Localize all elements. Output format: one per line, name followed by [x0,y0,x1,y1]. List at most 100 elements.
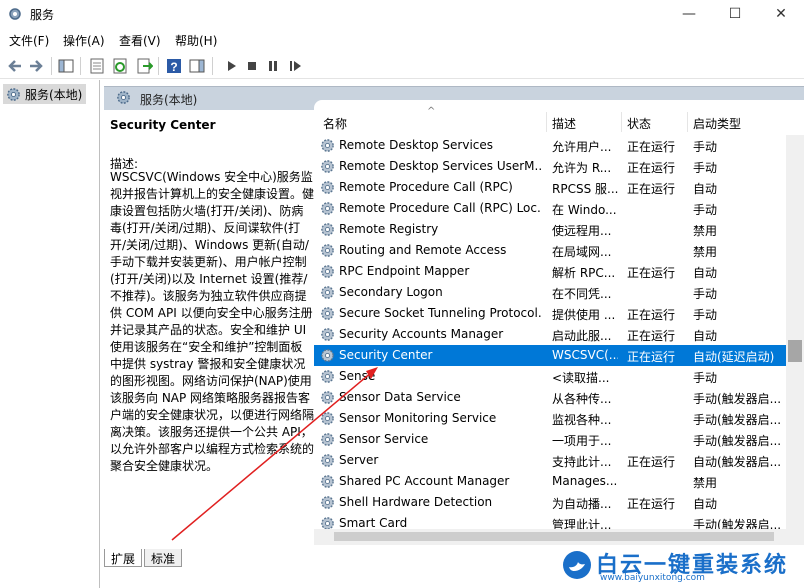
show-action-pane-icon[interactable] [188,57,206,75]
menu-help[interactable]: 帮助(H) [175,32,217,49]
back-arrow-icon[interactable] [6,57,24,75]
column-separator[interactable] [546,112,547,132]
svg-text:?: ? [170,60,177,74]
service-row[interactable]: Security Accounts Manager 启动此服... 正在运行 自动 [314,324,786,345]
service-description-cell: 允许用户... [552,140,612,154]
service-row[interactable]: Shared PC Account Manager Manages... 禁用 [314,471,786,492]
service-status: 正在运行 [627,497,676,511]
properties-icon[interactable] [88,57,106,75]
service-row[interactable]: Server 支持此计... 正在运行 自动(触发器启... [314,450,786,471]
column-header-status[interactable]: 状态 [627,115,651,132]
service-gear-icon [321,160,334,173]
sort-arrow-icon: ^ [427,106,436,117]
service-row[interactable]: Routing and Remote Access 在局域网... 禁用 [314,240,786,261]
service-startup-type: 手动(触发器启... [693,434,782,448]
service-name: RPC Endpoint Mapper [339,264,470,278]
service-gear-icon [321,370,334,383]
service-name: Server [339,453,379,467]
tree-pane: 服务(本地) [0,80,100,588]
header-label: 服务(本地) [140,93,198,107]
toolbar-separator [212,57,213,75]
column-header-row: ^ 名称 描述 状态 启动类型 [314,106,804,134]
service-description-cell: 使远程用... [552,224,612,238]
service-name: Remote Procedure Call (RPC) Loc... [339,201,542,215]
tree-item-label: 服务(本地) [25,88,83,102]
service-name: Remote Procedure Call (RPC) [339,180,513,194]
show-hide-tree-icon[interactable] [57,57,75,75]
service-row[interactable]: RPC Endpoint Mapper 解析 RPC... 正在运行 自动 [314,261,786,282]
start-service-icon[interactable] [222,57,240,75]
service-startup-type: 手动(触发器启... [693,413,782,427]
tree-item-services-local[interactable]: 服务(本地) [3,84,86,104]
column-separator[interactable] [687,112,688,132]
service-gear-icon [321,391,334,404]
refresh-icon[interactable] [111,57,129,75]
service-row[interactable]: Remote Desktop Services UserM... 允许为 R...… [314,156,786,177]
service-description-cell: 支持此计... [552,455,612,469]
maximize-button[interactable]: ☐ [712,0,758,29]
service-startup-type: 手动(触发器启... [693,392,782,406]
column-header-description[interactable]: 描述 [552,115,576,132]
menu-file[interactable]: 文件(F) [9,32,49,49]
menu-view[interactable]: 查看(V) [119,32,161,49]
minimize-button[interactable]: — [666,0,712,29]
toolbar: ? [0,52,804,79]
gear-icon [7,88,20,101]
service-row[interactable]: Secondary Logon 在不同凭... 手动 [314,282,786,303]
column-header-startup-type[interactable]: 启动类型 [693,115,741,132]
service-name: Remote Desktop Services [339,138,494,152]
service-gear-icon [321,286,334,299]
service-description-cell: Manages... [552,474,618,488]
services-rows: Remote Desktop Services 允许用户... 正在运行 手动 Remo… [314,135,786,534]
vertical-scroll-thumb[interactable] [788,340,802,362]
service-description-cell: 在局域网... [552,245,612,259]
restart-service-icon[interactable] [286,57,304,75]
service-row[interactable]: Sensor Service 一项用于... 手动(触发器启... [314,429,786,450]
service-description-cell: 从各种传... [552,392,612,406]
pause-service-icon[interactable] [264,57,282,75]
service-row[interactable]: Remote Procedure Call (RPC) RPCSS 服... 正在运… [314,177,786,198]
service-row[interactable]: Sensor Monitoring Service 监视各种... 手动(触发器启.… [314,408,786,429]
service-startup-type: 手动 [693,203,718,217]
stop-service-icon[interactable] [243,57,261,75]
column-header-name[interactable]: 名称 [323,115,347,132]
service-startup-type: 自动(触发器启... [693,455,782,469]
service-row[interactable]: Shell Hardware Detection 为自动播... 正在运行 自动 [314,492,786,513]
service-row[interactable]: Secure Socket Tunneling Protocol... 提供使用 … [314,303,786,324]
service-description-cell: 启动此服... [552,329,612,343]
column-separator[interactable] [621,112,622,132]
service-startup-type: 禁用 [693,476,718,490]
service-row[interactable]: Sensor Data Service 从各种传... 手动(触发器启... [314,387,786,408]
service-description-cell: 在不同凭... [552,287,612,301]
service-row[interactable]: Remote Registry 使远程用... 禁用 [314,219,786,240]
service-description-cell: 在 Windo... [552,203,617,217]
service-description-cell: 一项用于... [552,434,612,448]
service-name: Routing and Remote Access [339,243,507,257]
toolbar-separator [80,57,81,75]
service-row[interactable]: Sense <读取描... 手动 [314,366,786,387]
export-list-icon[interactable] [135,57,153,75]
service-startup-type: 手动 [693,287,718,301]
close-button[interactable]: ✕ [758,0,804,29]
horizontal-scroll-thumb[interactable] [334,532,774,541]
service-startup-type: 自动(延迟启动) [693,350,775,364]
title-bar: 服务 — ☐ ✕ [0,0,804,29]
service-gear-icon [321,139,334,152]
service-status: 正在运行 [627,308,676,322]
service-gear-icon [321,328,334,341]
forward-arrow-icon[interactable] [27,57,45,75]
service-description-cell: 为自动播... [552,497,612,511]
service-row[interactable]: Security Center WSCSVC(... 正在运行 自动(延迟启动) [314,345,786,366]
service-startup-type: 手动 [693,140,718,154]
tab-extended[interactable]: 扩展 [104,549,143,567]
watermark: 白云一键重装系统 www.baiyunxitong.com [560,548,804,588]
service-status: 正在运行 [627,350,676,364]
service-gear-icon [321,475,334,488]
help-icon[interactable]: ? [165,57,183,75]
service-status: 正在运行 [627,161,676,175]
service-name: Sense [339,369,376,383]
menu-action[interactable]: 操作(A) [63,32,105,49]
service-row[interactable]: Remote Desktop Services 允许用户... 正在运行 手动 [314,135,786,156]
service-row[interactable]: Remote Procedure Call (RPC) Loc... 在 Wind… [314,198,786,219]
tab-standard[interactable]: 标准 [144,549,183,567]
